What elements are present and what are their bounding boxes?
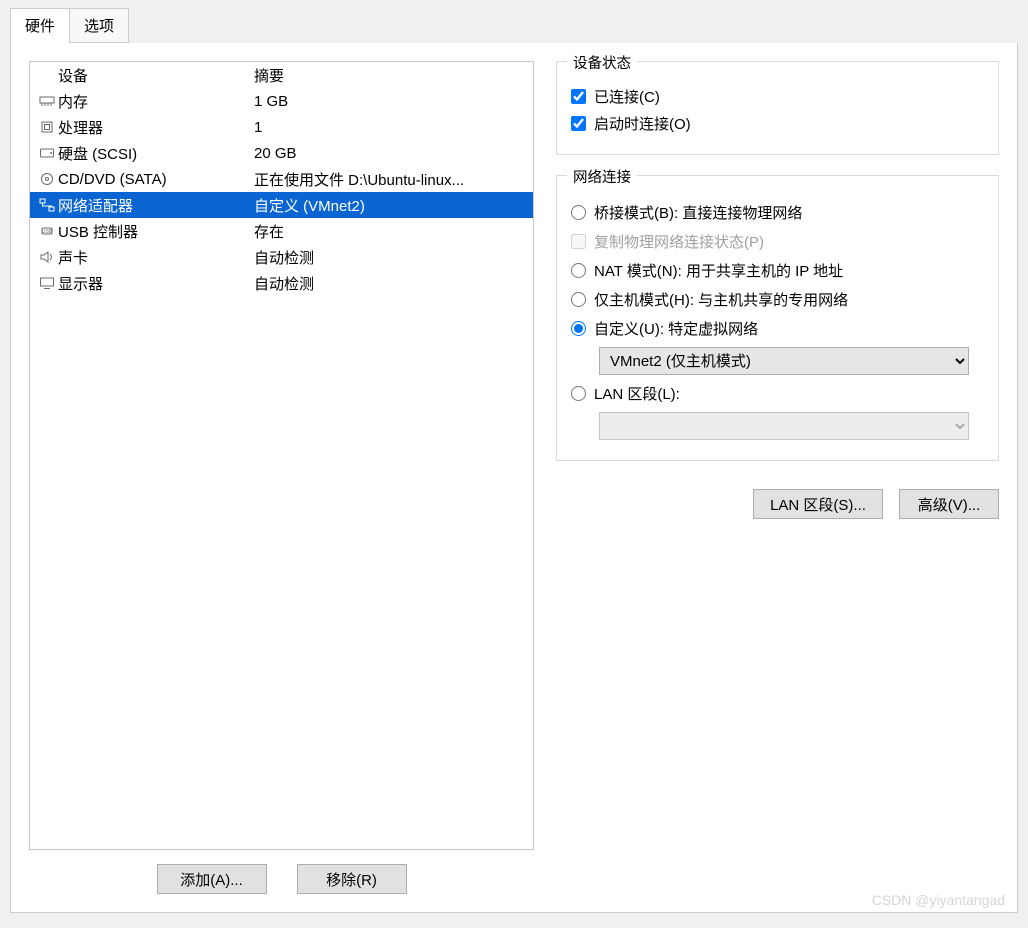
device-summary: 自动检测 bbox=[254, 273, 527, 294]
device-summary: 存在 bbox=[254, 221, 527, 242]
col-device: 设备 bbox=[58, 65, 254, 86]
device-row[interactable]: 内存1 GB bbox=[30, 88, 533, 114]
device-row[interactable]: 处理器1 bbox=[30, 114, 533, 140]
device-name: 处理器 bbox=[58, 117, 254, 138]
device-buttons: 添加(A)... 移除(R) bbox=[29, 864, 534, 894]
device-summary: 自定义 (VMnet2) bbox=[254, 195, 527, 216]
device-row[interactable]: 显示器自动检测 bbox=[30, 270, 533, 296]
sound-icon bbox=[36, 250, 58, 264]
device-row[interactable]: CD/DVD (SATA)正在使用文件 D:\Ubuntu-linux... bbox=[30, 166, 533, 192]
custom-network-select[interactable]: VMnet2 (仅主机模式) bbox=[599, 347, 969, 375]
device-state-group: 设备状态 已连接(C) 启动时连接(O) bbox=[556, 61, 999, 155]
tab-content: 设备 摘要 内存1 GB处理器1硬盘 (SCSI)20 GBCD/DVD (SA… bbox=[10, 43, 1018, 913]
device-row[interactable]: 声卡自动检测 bbox=[30, 244, 533, 270]
advanced-button[interactable]: 高级(V)... bbox=[899, 489, 999, 519]
lan-segment-select bbox=[599, 412, 969, 440]
lan-segment-label: LAN 区段(L): bbox=[594, 383, 680, 404]
cd-icon bbox=[36, 172, 58, 186]
cpu-icon bbox=[36, 120, 58, 134]
usb-icon: USB bbox=[36, 224, 58, 238]
device-name: USB 控制器 bbox=[58, 221, 254, 242]
device-row[interactable]: USB USB 控制器存在 bbox=[30, 218, 533, 244]
device-summary: 20 GB bbox=[254, 145, 527, 162]
lan-segments-button[interactable]: LAN 区段(S)... bbox=[753, 489, 883, 519]
device-name: 网络适配器 bbox=[58, 195, 254, 216]
custom-label: 自定义(U): 特定虚拟网络 bbox=[594, 318, 758, 339]
replicate-checkbox bbox=[571, 234, 586, 249]
hostonly-radio[interactable] bbox=[571, 292, 586, 307]
col-summary: 摘要 bbox=[254, 65, 527, 86]
device-name: CD/DVD (SATA) bbox=[58, 171, 254, 188]
network-icon bbox=[36, 198, 58, 212]
device-name: 内存 bbox=[58, 91, 254, 112]
device-summary: 1 GB bbox=[254, 93, 527, 110]
device-summary: 1 bbox=[254, 119, 527, 136]
display-icon bbox=[36, 276, 58, 290]
connect-at-poweron-checkbox[interactable] bbox=[571, 116, 586, 131]
network-connection-title: 网络连接 bbox=[567, 166, 637, 187]
connected-checkbox[interactable] bbox=[571, 89, 586, 104]
hostonly-label: 仅主机模式(H): 与主机共享的专用网络 bbox=[594, 289, 848, 310]
left-pane: 设备 摘要 内存1 GB处理器1硬盘 (SCSI)20 GBCD/DVD (SA… bbox=[29, 61, 534, 894]
device-name: 显示器 bbox=[58, 273, 254, 294]
device-name: 硬盘 (SCSI) bbox=[58, 143, 254, 164]
right-pane: 设备状态 已连接(C) 启动时连接(O) 网络连接 桥接模式(B): 直接连接物… bbox=[556, 61, 999, 894]
device-table[interactable]: 设备 摘要 内存1 GB处理器1硬盘 (SCSI)20 GBCD/DVD (SA… bbox=[29, 61, 534, 850]
disk-icon bbox=[36, 146, 58, 160]
remove-button[interactable]: 移除(R) bbox=[297, 864, 407, 894]
add-button[interactable]: 添加(A)... bbox=[157, 864, 267, 894]
connect-at-poweron-label: 启动时连接(O) bbox=[594, 113, 691, 134]
bridged-radio[interactable] bbox=[571, 205, 586, 220]
device-state-title: 设备状态 bbox=[567, 52, 637, 73]
svg-text:USB: USB bbox=[42, 229, 53, 235]
lan-segment-radio[interactable] bbox=[571, 386, 586, 401]
nat-radio[interactable] bbox=[571, 263, 586, 278]
network-connection-group: 网络连接 桥接模式(B): 直接连接物理网络 复制物理网络连接状态(P) NAT… bbox=[556, 175, 999, 461]
connected-label: 已连接(C) bbox=[594, 86, 660, 107]
network-action-buttons: LAN 区段(S)... 高级(V)... bbox=[556, 489, 999, 519]
replicate-label: 复制物理网络连接状态(P) bbox=[594, 231, 764, 252]
tab-options[interactable]: 选项 bbox=[69, 8, 129, 43]
watermark: CSDN @yiyantangad bbox=[872, 892, 1005, 908]
device-table-header: 设备 摘要 bbox=[30, 62, 533, 88]
nat-label: NAT 模式(N): 用于共享主机的 IP 地址 bbox=[594, 260, 843, 281]
bridged-label: 桥接模式(B): 直接连接物理网络 bbox=[594, 202, 802, 223]
tab-bar: 硬件 选项 bbox=[0, 0, 1028, 43]
device-summary: 正在使用文件 D:\Ubuntu-linux... bbox=[254, 169, 527, 190]
memory-icon bbox=[36, 94, 58, 108]
tab-hardware[interactable]: 硬件 bbox=[10, 8, 70, 43]
device-summary: 自动检测 bbox=[254, 247, 527, 268]
device-name: 声卡 bbox=[58, 247, 254, 268]
device-row[interactable]: 硬盘 (SCSI)20 GB bbox=[30, 140, 533, 166]
device-row[interactable]: 网络适配器自定义 (VMnet2) bbox=[30, 192, 533, 218]
custom-radio[interactable] bbox=[571, 321, 586, 336]
